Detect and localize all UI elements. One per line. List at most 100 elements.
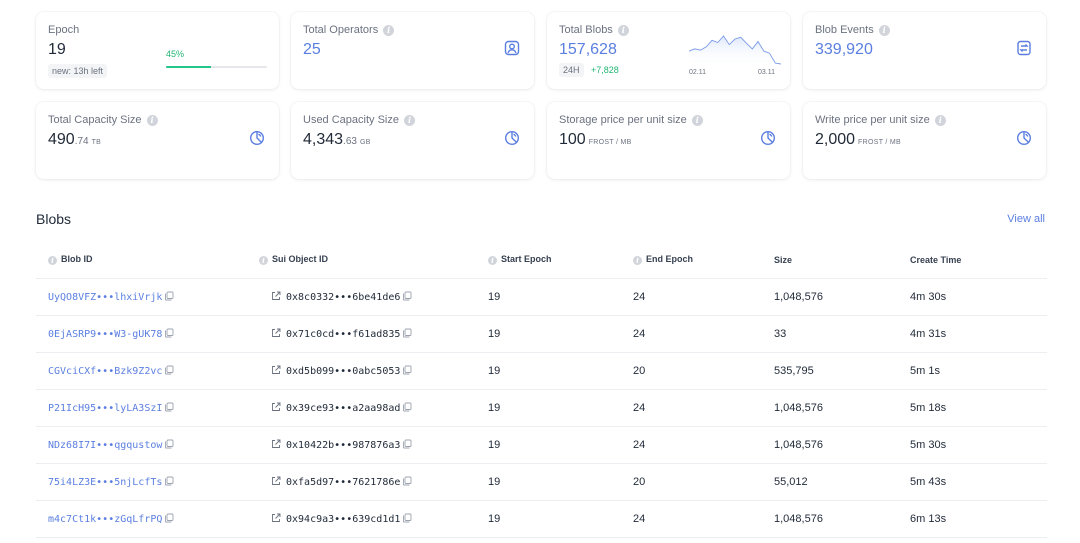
info-icon[interactable]: i [488,256,497,266]
object-id-text: 0xd5b099•••0abc5053 [286,365,401,377]
table-row[interactable]: UyQO8VFZ•••lhxiVrjk 0x8c0332•••6be41de6 19… [36,278,1047,316]
copy-icon[interactable] [402,291,412,301]
table-header-row: i Blob ID i Sui Object ID i Start Epoch i En… [36,242,1047,279]
total-capacity-unit: TB [91,139,102,146]
blob-id-cell[interactable]: m4c7Ct1k•••zGqLfrPQ [36,500,259,538]
pie-chart-icon[interactable] [504,130,520,146]
copy-icon[interactable] [402,513,412,523]
size-cell: 1,048,576 [774,426,910,464]
blob-id-link[interactable]: P21IcH95•••lyLA3SzI [48,403,162,414]
copy-icon[interactable] [402,365,412,375]
size-cell: 1,048,576 [774,389,910,427]
copy-icon[interactable] [164,291,174,301]
object-id-cell: 0x10422b•••987876a3 [259,426,488,464]
total-capacity-card: Total Capacity Size i 490.74 TB [36,102,279,179]
external-link-icon[interactable] [271,476,281,486]
events-icon[interactable] [1016,40,1032,56]
info-icon[interactable]: i [617,24,629,36]
info-icon[interactable]: i [48,256,57,266]
copy-icon[interactable] [164,365,174,375]
pie-chart-icon[interactable] [1016,130,1032,146]
blobs-delta: +7,828 [591,65,619,75]
storage-price-number: 100 [559,131,586,148]
info-icon[interactable]: i [934,114,946,126]
object-id-cell: 0x8c0332•••6be41de6 [259,278,488,316]
sparkline-area [689,36,781,66]
blob-id-cell[interactable]: NDz68I7I•••qgqustow [36,426,259,464]
external-link-icon[interactable] [271,402,281,412]
copy-icon[interactable] [164,439,174,449]
info-icon[interactable]: i [878,24,890,36]
info-icon[interactable]: i [383,24,395,36]
table-row[interactable]: 0EjASRP9•••W3-gUK78 0x71c0cd•••f61ad835 19… [36,315,1047,353]
info-icon[interactable]: i [259,256,268,266]
copy-icon[interactable] [164,513,174,523]
info-icon[interactable]: i [404,114,415,126]
sparkline-end-label: 03.11 [758,69,775,76]
operators-icon[interactable] [504,40,520,56]
external-link-icon[interactable] [271,291,281,301]
end-epoch-cell: 24 [633,389,774,427]
blob-id-link[interactable]: UyQO8VFZ•••lhxiVrjk [48,292,162,303]
blob-id-cell[interactable]: 0EjASRP9•••W3-gUK78 [36,315,259,353]
write-price-number: 2,000 [815,131,856,148]
copy-icon[interactable] [164,328,174,338]
total-capacity-value: 490.74 TB [48,131,101,149]
end-epoch-cell: 20 [633,352,774,390]
info-icon[interactable]: i [146,114,158,126]
pie-chart-icon[interactable] [760,130,776,146]
external-link-icon[interactable] [271,365,281,375]
table-row[interactable]: NDz68I7I•••qgqustow 0x10422b•••987876a3 19… [36,426,1047,464]
copy-icon[interactable] [164,402,174,412]
blob-events-value: 339,920 [815,41,873,58]
external-link-icon[interactable] [271,513,281,523]
table-row[interactable]: P21IcH95•••lyLA3SzI 0x39ce93•••a2aa98ad 19… [36,389,1047,427]
create-time-cell: 4m 30s [910,278,1047,316]
copy-icon[interactable] [164,476,174,486]
object-id-text: 0xfa5d97•••7621786e [286,476,401,488]
external-link-icon[interactable] [271,328,281,338]
table-row[interactable]: CGVciCXf•••Bzk9Z2vc 0xd5b099•••0abc5053 19… [36,352,1047,390]
blob-id-cell[interactable]: UyQO8VFZ•••lhxiVrjk [36,278,259,316]
table-row[interactable]: 75i4LZ3E•••5njLcfTs 0xfa5d97•••7621786e 19… [36,463,1047,501]
blob-id-link[interactable]: CGVciCXf•••Bzk9Z2vc [48,366,162,377]
write-price-card: Write price per unit size i 2,000 FROST / … [803,102,1046,179]
object-id-cell: 0x94c9a3•••639cd1d1 [259,500,488,538]
blob-id-link[interactable]: 75i4LZ3E•••5njLcfTs [48,477,162,488]
table-row[interactable]: m4c7Ct1k•••zGqLfrPQ 0x94c9a3•••639cd1d1 19… [36,500,1047,538]
view-all-link[interactable]: View all [1007,213,1045,225]
total-operators-label: Total Operators [303,24,379,36]
used-capacity-frac: .63 [343,136,357,147]
blob-id-cell[interactable]: CGVciCXf•••Bzk9Z2vc [36,352,259,390]
copy-icon[interactable] [402,328,412,338]
epoch-label: Epoch [48,24,80,36]
total-blobs-value: 157,628 [559,41,617,58]
blob-id-cell[interactable]: 75i4LZ3E•••5njLcfTs [36,463,259,501]
period-badge: 24H [559,63,584,77]
epoch-time-left-badge: new: 13h left [48,64,108,78]
copy-icon[interactable] [402,402,412,412]
blob-id-cell[interactable]: P21IcH95•••lyLA3SzI [36,389,259,427]
external-link-icon[interactable] [271,439,281,449]
info-icon[interactable]: i [633,256,642,266]
copy-icon[interactable] [402,476,412,486]
pie-chart-icon[interactable] [249,130,265,146]
end-epoch-cell: 24 [633,500,774,538]
used-capacity-value: 4,343.63 GB [303,131,371,149]
copy-icon[interactable] [402,439,412,449]
object-id-text: 0x10422b•••987876a3 [286,439,401,451]
end-epoch-cell: 20 [633,463,774,501]
object-id-cell: 0x71c0cd•••f61ad835 [259,315,488,353]
blob-id-link[interactable]: NDz68I7I•••qgqustow [48,440,162,451]
total-blobs-label: Total Blobs [559,24,613,36]
size-cell: 33 [774,315,910,353]
object-id-text: 0x8c0332•••6be41de6 [286,291,401,303]
info-icon[interactable]: i [691,114,703,126]
used-capacity-int: 4,343 [303,131,344,148]
size-cell: 535,795 [774,352,910,390]
object-id-cell: 0x39ce93•••a2aa98ad [259,389,488,427]
blob-id-link[interactable]: m4c7Ct1k•••zGqLfrPQ [48,514,162,525]
blob-id-link[interactable]: 0EjASRP9•••W3-gUK78 [48,329,162,340]
size-cell: 1,048,576 [774,500,910,538]
epoch-card: Epoch 19 45% new: 13h left [36,12,279,89]
